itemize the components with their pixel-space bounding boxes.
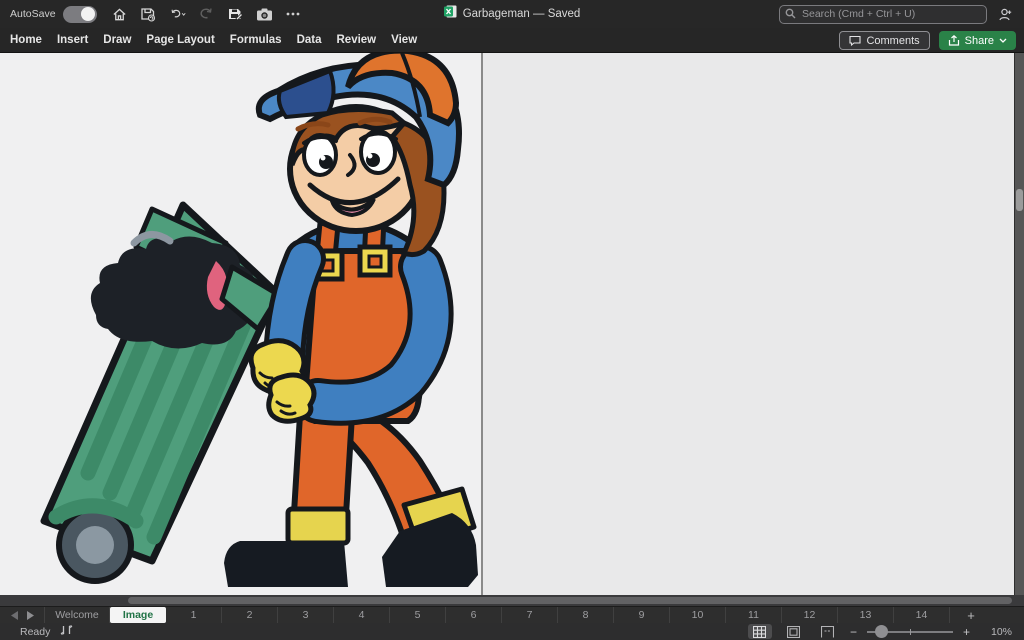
sheet-tab-3[interactable]: 3 xyxy=(278,607,334,623)
ribbon-tab-view[interactable]: View xyxy=(391,34,417,46)
left-leg xyxy=(294,415,352,515)
accessibility-icon[interactable] xyxy=(60,624,73,639)
add-sheet-button[interactable]: + xyxy=(950,607,992,623)
sheet-tab-8[interactable]: 8 xyxy=(558,607,614,623)
ribbon-tab-bar: Home Insert Draw Page Layout Formulas Da… xyxy=(0,28,1024,53)
ribbon-tab-home[interactable]: Home xyxy=(10,34,42,46)
status-bar: Ready − + 10% xyxy=(0,623,1024,640)
search-input[interactable] xyxy=(779,5,987,24)
content-area xyxy=(0,53,1024,595)
sheet-tab-12[interactable]: 12 xyxy=(782,607,838,623)
sheet-tab-6[interactable]: 6 xyxy=(446,607,502,623)
bin-wheel xyxy=(56,506,136,581)
comments-button[interactable]: Comments xyxy=(839,31,929,50)
document-title: Garbageman — Saved xyxy=(463,8,581,20)
share-icon xyxy=(948,35,960,46)
comments-label: Comments xyxy=(866,35,919,47)
autosave-label: AutoSave xyxy=(10,8,56,20)
comments-icon xyxy=(849,35,861,46)
empty-pane xyxy=(483,53,1014,595)
search-box xyxy=(779,4,987,24)
camera-icon[interactable] xyxy=(256,6,273,23)
ribbon-tab-draw[interactable]: Draw xyxy=(103,34,131,46)
next-sheet-arrow-icon[interactable] xyxy=(27,611,34,620)
redo-icon[interactable] xyxy=(198,6,215,23)
zoom-level[interactable]: 10% xyxy=(980,626,1012,638)
prev-sheet-arrow-icon[interactable] xyxy=(11,611,18,620)
garbageman-artwork xyxy=(0,53,483,595)
sheet-tab-4[interactable]: 4 xyxy=(334,607,390,623)
search-icon xyxy=(785,8,796,19)
sheet-nav xyxy=(0,607,44,623)
zoom-out-button[interactable]: − xyxy=(850,625,857,639)
sheet-tab-14[interactable]: 14 xyxy=(894,607,950,623)
horizontal-scrollbar-thumb[interactable] xyxy=(128,597,1012,604)
excel-window: AutoSave Garbageman — Saved xyxy=(0,0,1024,640)
normal-view-button[interactable] xyxy=(748,624,772,639)
sheet-tab-11[interactable]: 11 xyxy=(726,607,782,623)
vertical-scrollbar[interactable] xyxy=(1014,53,1024,595)
zoom-slider-thumb[interactable] xyxy=(875,625,888,638)
sheet-canvas[interactable] xyxy=(0,53,483,595)
garbageman-body xyxy=(224,203,478,587)
horizontal-scrollbar[interactable] xyxy=(0,595,1024,606)
share-button[interactable]: Share xyxy=(939,31,1016,50)
zoom-slider[interactable] xyxy=(867,624,953,639)
zoom-slider-tick xyxy=(910,629,911,635)
home-icon[interactable] xyxy=(111,6,128,23)
share-chevron-icon xyxy=(999,38,1007,43)
sheet-tab-welcome[interactable]: Welcome xyxy=(44,607,110,623)
left-cuff xyxy=(288,509,348,543)
sheet-tab-1[interactable]: 1 xyxy=(166,607,222,623)
more-icon[interactable] xyxy=(285,6,302,23)
presence-icon[interactable] xyxy=(997,6,1014,23)
vertical-scrollbar-thumb[interactable] xyxy=(1016,189,1023,211)
ribbon-tab-data[interactable]: Data xyxy=(297,34,322,46)
share-label: Share xyxy=(965,35,994,47)
sheet-tab-image[interactable]: Image xyxy=(110,607,166,623)
toggle-knob xyxy=(81,7,95,21)
excel-doc-icon xyxy=(444,5,457,23)
save-sync-icon[interactable] xyxy=(140,6,157,23)
sheet-tab-5[interactable]: 5 xyxy=(390,607,446,623)
sheet-tab-2[interactable]: 2 xyxy=(222,607,278,623)
zoom-in-button[interactable]: + xyxy=(963,625,970,639)
sheet-tab-7[interactable]: 7 xyxy=(502,607,558,623)
page-layout-view-button[interactable] xyxy=(782,624,806,639)
ribbon-tab-page-layout[interactable]: Page Layout xyxy=(146,34,214,46)
sheet-tab-10[interactable]: 10 xyxy=(670,607,726,623)
page-break-view-button[interactable] xyxy=(816,624,840,639)
sheet-tab-13[interactable]: 13 xyxy=(838,607,894,623)
autosave-toggle[interactable] xyxy=(63,6,97,23)
save-edit-icon[interactable] xyxy=(227,6,244,23)
status-mode: Ready xyxy=(20,626,50,638)
left-boot xyxy=(224,541,348,587)
sheet-tab-bar: Welcome Image 1 2 3 4 5 6 7 8 9 10 11 12… xyxy=(0,606,1024,623)
garbageman-head xyxy=(259,53,459,255)
ribbon-tab-review[interactable]: Review xyxy=(337,34,377,46)
undo-icon[interactable] xyxy=(169,6,186,23)
ribbon-tab-insert[interactable]: Insert xyxy=(57,34,88,46)
sheet-tab-9[interactable]: 9 xyxy=(614,607,670,623)
titlebar: AutoSave Garbageman — Saved xyxy=(0,0,1024,28)
ribbon-tab-formulas[interactable]: Formulas xyxy=(230,34,282,46)
